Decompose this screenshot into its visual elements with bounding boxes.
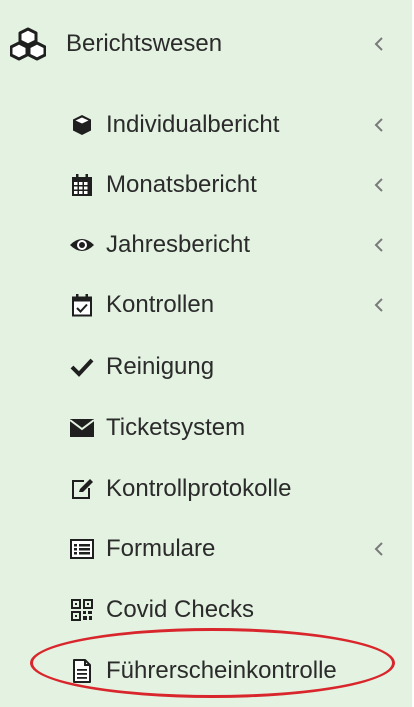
sidebar-item-label: Formulare [106, 535, 216, 562]
chevron-left-icon[interactable] [372, 176, 386, 194]
chevron-left-icon[interactable] [372, 116, 386, 134]
sidebar-item-reinigung[interactable]: Reinigung [0, 337, 412, 397]
envelope-icon [68, 414, 96, 442]
sidebar-item-label: Jahresbericht [106, 231, 251, 258]
edit-icon [68, 475, 96, 503]
sidebar-item-individualbericht[interactable]: Individualbericht [0, 95, 412, 155]
sidebar-item-label: Monatsbericht [106, 171, 257, 198]
chevron-left-icon[interactable] [372, 236, 386, 254]
sidebar-item-label: Individualbericht [106, 111, 280, 138]
chevron-left-icon[interactable] [372, 296, 386, 314]
sidebar-item-label: Kontrollen [106, 291, 215, 318]
chevron-left-icon[interactable] [372, 540, 386, 558]
sidebar-item-label: Reinigung [106, 353, 215, 380]
sidebar-item-kontrollprotokolle[interactable]: Kontrollprotokolle [0, 459, 412, 519]
sidebar-menu: Berichtswesen Individualbericht Monatsbe… [0, 0, 412, 707]
sidebar-section-berichtswesen[interactable]: Berichtswesen [0, 14, 412, 74]
chevron-left-icon[interactable] [372, 35, 386, 53]
sidebar-item-covid-checks[interactable]: Covid Checks [0, 580, 412, 640]
sidebar-section-label: Berichtswesen [66, 30, 223, 57]
cubes-icon [10, 26, 46, 62]
sidebar-item-monatsbericht[interactable]: Monatsbericht [0, 155, 412, 215]
list-alt-icon [68, 535, 96, 563]
eye-icon [68, 231, 96, 259]
sidebar-item-label: Covid Checks [106, 596, 255, 623]
sidebar-item-fuehrerscheinkontrolle[interactable]: Führerscheinkontrolle [0, 641, 412, 701]
qrcode-icon [68, 596, 96, 624]
calendar-icon [68, 171, 96, 199]
sidebar-item-label: Führerscheinkontrolle [106, 657, 337, 684]
sidebar-item-ticketsystem[interactable]: Ticketsystem [0, 398, 412, 458]
sidebar-item-formulare[interactable]: Formulare [0, 519, 412, 579]
sidebar-item-label: Kontrollprotokolle [106, 475, 292, 502]
sidebar-item-jahresbericht[interactable]: Jahresbericht [0, 215, 412, 275]
sidebar-item-kontrollen[interactable]: Kontrollen [0, 275, 412, 335]
cube-icon [68, 111, 96, 139]
calendar-check-icon [68, 291, 96, 319]
check-icon [68, 353, 96, 381]
sidebar-item-label: Ticketsystem [106, 414, 246, 441]
file-text-icon [68, 657, 96, 685]
